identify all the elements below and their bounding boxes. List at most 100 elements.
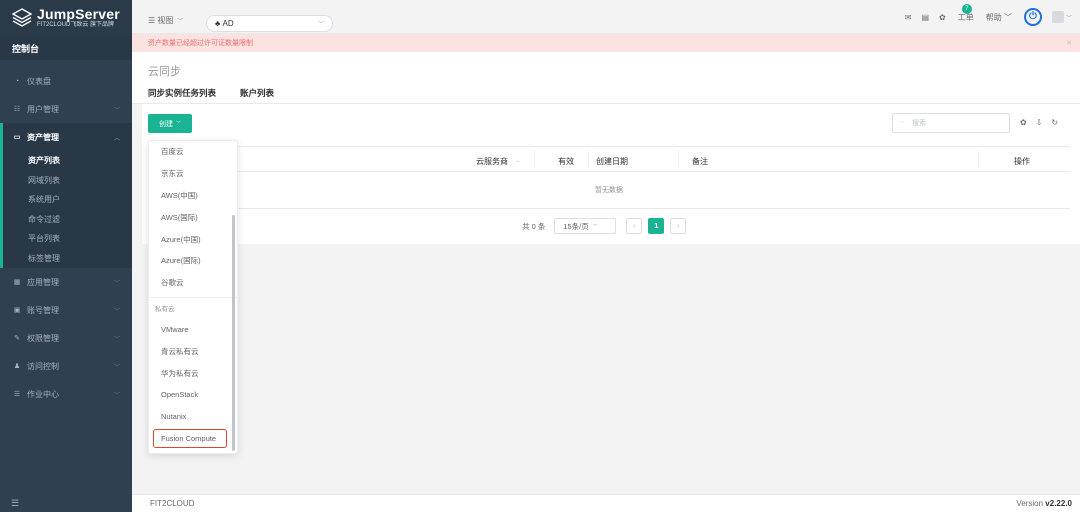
sidebar-item-label: 应用管理 (27, 277, 59, 287)
dropdown-item-aws-intl[interactable]: AWS(国际) (149, 206, 237, 228)
sidebar-item-users[interactable]: ☷ 用户管理 ﹀ (0, 95, 132, 123)
gear-icon[interactable]: ✿ (1020, 118, 1027, 127)
sidebar-item-label: 权限管理 (27, 333, 59, 343)
edit-icon: ✎ (14, 335, 20, 342)
sidebar-item-label: 用户管理 (27, 104, 59, 114)
create-label: 创建 (158, 120, 173, 128)
sidebar-item-assets[interactable]: ▭ 资产管理 ︿ (3, 123, 132, 151)
sidebar-item-label: 仪表盘 (27, 76, 51, 86)
footer-company: FIT2CLOUD (150, 499, 195, 508)
top-navbar: ☰ 视图 ﹀ ♣ AD ﹀ ✉ ▤ ✿ 7 工单 帮助 ﹀ ⏻ ﹀ (132, 0, 1080, 34)
collapse-menu-icon: ☰ (11, 497, 20, 508)
content-card: 创建 ﹀ ﹀ 搜索 ✿ ⇩ ↻ 云服务商 ⌄ 有效 创建日期 备注 操作 暂无数… (142, 104, 1080, 244)
search-input[interactable]: ﹀ 搜索 (892, 113, 1010, 133)
sidebar-item-dashboard[interactable]: ◔ 仪表盘 (0, 67, 132, 95)
collapse-sidebar-button[interactable]: ☰ (0, 494, 132, 512)
terminal-icon[interactable]: ▤ (921, 13, 929, 22)
help-menu[interactable]: 帮助 ﹀ (986, 12, 1012, 23)
sidebar-item-accounts[interactable]: ▣ 账号管理 ﹀ (0, 296, 132, 324)
view-label: 视图 (157, 16, 174, 25)
chevron-up-icon: ︿ (113, 135, 120, 142)
dropdown-item-aws-china[interactable]: AWS(中国) (149, 185, 237, 207)
dropdown-scrollbar[interactable] (232, 215, 235, 451)
dropdown-item-azure-china[interactable]: Azure(中国) (149, 228, 237, 250)
create-dropdown-menu: 百度云 京东云 AWS(中国) AWS(国际) Azure(中国) Azure(… (148, 140, 238, 454)
page-footer: FIT2CLOUD Version v2.22.0 (132, 494, 1080, 512)
chevron-down-icon: ﹀ (1003, 12, 1012, 22)
sidebar-subitem-command-filter[interactable]: 命令过滤 (3, 210, 132, 230)
page-number-1[interactable]: 1 (648, 218, 665, 234)
sitemap-icon: ♣ (215, 19, 223, 28)
dropdown-item-qingcloud-private[interactable]: 青云私有云 (149, 340, 237, 362)
footer-version: Version v2.22.0 (1016, 499, 1072, 508)
console-label: 控制台 (0, 36, 132, 60)
close-icon[interactable]: ✕ (1066, 39, 1072, 47)
sidebar-item-access-control[interactable]: ♟ 访问控制 ﹀ (0, 352, 132, 380)
sidebar-item-applications[interactable]: ▦ 应用管理 ﹀ (0, 268, 132, 296)
dropdown-item-openstack[interactable]: OpenStack (149, 384, 237, 406)
pagination: 共 0 条 15条/页 ﹀ ‹ 1 › (522, 218, 687, 234)
top-right-tools: ✉ ▤ ✿ 7 工单 帮助 ﹀ ⏻ ﹀ (895, 3, 1072, 26)
column-header-comment: 备注 (692, 157, 708, 166)
sidebar-item-job-center[interactable]: ☰ 作业中心 ﹀ (0, 380, 132, 408)
sidebar-subitem-asset-list[interactable]: 资产列表 (3, 151, 132, 171)
sidebar-subitem-platform-list[interactable]: 平台列表 (3, 229, 132, 249)
avatar[interactable] (1051, 11, 1064, 23)
list-icon: ☰ (13, 391, 21, 398)
dropdown-group-private: 私有云 (149, 296, 237, 319)
sidebar: JumpServer FIT2CLOUD飞致云 旗下品牌 控制台 ◔ 仪表盘 ☷… (0, 0, 132, 512)
brand-tagline: FIT2CLOUD飞致云 旗下品牌 (37, 22, 115, 28)
apps-icon: ▦ (13, 279, 21, 286)
dropdown-item-azure-intl[interactable]: Azure(国际) (149, 250, 237, 272)
sidebar-subitem-label-management[interactable]: 标签管理 (3, 249, 132, 269)
create-button[interactable]: 创建 ﹀ (148, 114, 192, 133)
view-switcher[interactable]: ☰ 视图 ﹀ (148, 15, 183, 26)
page-size-value: 15条/页 (563, 221, 589, 231)
chevron-down-icon: ﹀ (113, 107, 120, 114)
prev-page-button[interactable]: ‹ (626, 218, 643, 234)
download-icon[interactable]: ⇩ (1036, 118, 1043, 127)
users-control-icon: ♟ (13, 363, 21, 370)
dropdown-item-google[interactable]: 谷歌云 (149, 272, 237, 294)
alert-text: 资产数量已经超过许可证数量限制 (148, 40, 253, 47)
id-card-icon: ▣ (13, 307, 21, 314)
power-icon[interactable]: ⏻ (1023, 8, 1042, 26)
chevron-down-icon: ﹀ (113, 336, 120, 343)
version-number: v2.22.0 (1045, 499, 1072, 508)
refresh-icon[interactable]: ↻ (1051, 118, 1058, 127)
tickets-link[interactable]: 7 工单 (958, 3, 974, 23)
mail-icon[interactable]: ✉ (905, 13, 912, 22)
dropdown-item-huawei-private[interactable]: 华为私有云 (149, 362, 237, 384)
sidebar-subitem-domain-list[interactable]: 网域列表 (3, 171, 132, 191)
column-header-valid: 有效 (558, 157, 574, 166)
dropdown-item-baidu[interactable]: 百度云 (149, 141, 237, 163)
sidebar-subitem-system-users[interactable]: 系统用户 (3, 190, 132, 210)
dropdown-item-nutanix[interactable]: Nutanix (149, 406, 237, 428)
column-header-provider[interactable]: 云服务商 (476, 156, 508, 167)
chevron-down-icon: ﹀ (113, 364, 120, 371)
chevron-down-icon: ﹀ (113, 308, 120, 315)
organization-select[interactable]: ♣ AD ﹀ (206, 15, 333, 32)
dropdown-item-jd[interactable]: 京东云 (149, 163, 237, 185)
users-icon: ☷ (13, 106, 21, 113)
sidebar-group-assets: ▭ 资产管理 ︿ 资产列表 网域列表 系统用户 命令过滤 平台列表 标签管理 (0, 123, 132, 268)
dropdown-item-fusion-compute[interactable]: Fusion Compute (153, 428, 227, 448)
sidebar-item-label: 作业中心 (27, 389, 59, 399)
menu-icon: ☰ (148, 16, 158, 25)
column-divider (678, 151, 679, 169)
license-alert: 资产数量已经超过许可证数量限制 ✕ (132, 34, 1080, 52)
sidebar-item-permissions[interactable]: ✎ 权限管理 ﹀ (0, 324, 132, 352)
sort-icon[interactable]: ⌄ (516, 158, 520, 164)
chevron-down-icon: ﹀ (592, 223, 598, 230)
page-size-select[interactable]: 15条/页 ﹀ (554, 218, 617, 234)
chevron-down-icon: ﹀ (899, 120, 905, 127)
logo[interactable]: JumpServer FIT2CLOUD飞致云 旗下品牌 (0, 0, 132, 36)
gear-icon[interactable]: ✿ (939, 13, 946, 22)
dropdown-item-vmware[interactable]: VMware (149, 319, 237, 341)
next-page-button[interactable]: › (670, 218, 687, 234)
inbox-icon: ▭ (13, 134, 21, 141)
chevron-down-icon: ﹀ (317, 22, 324, 28)
column-divider (588, 151, 589, 169)
empty-table-text: 暂无数据 (148, 172, 1070, 209)
page-title: 云同步 (148, 66, 181, 78)
